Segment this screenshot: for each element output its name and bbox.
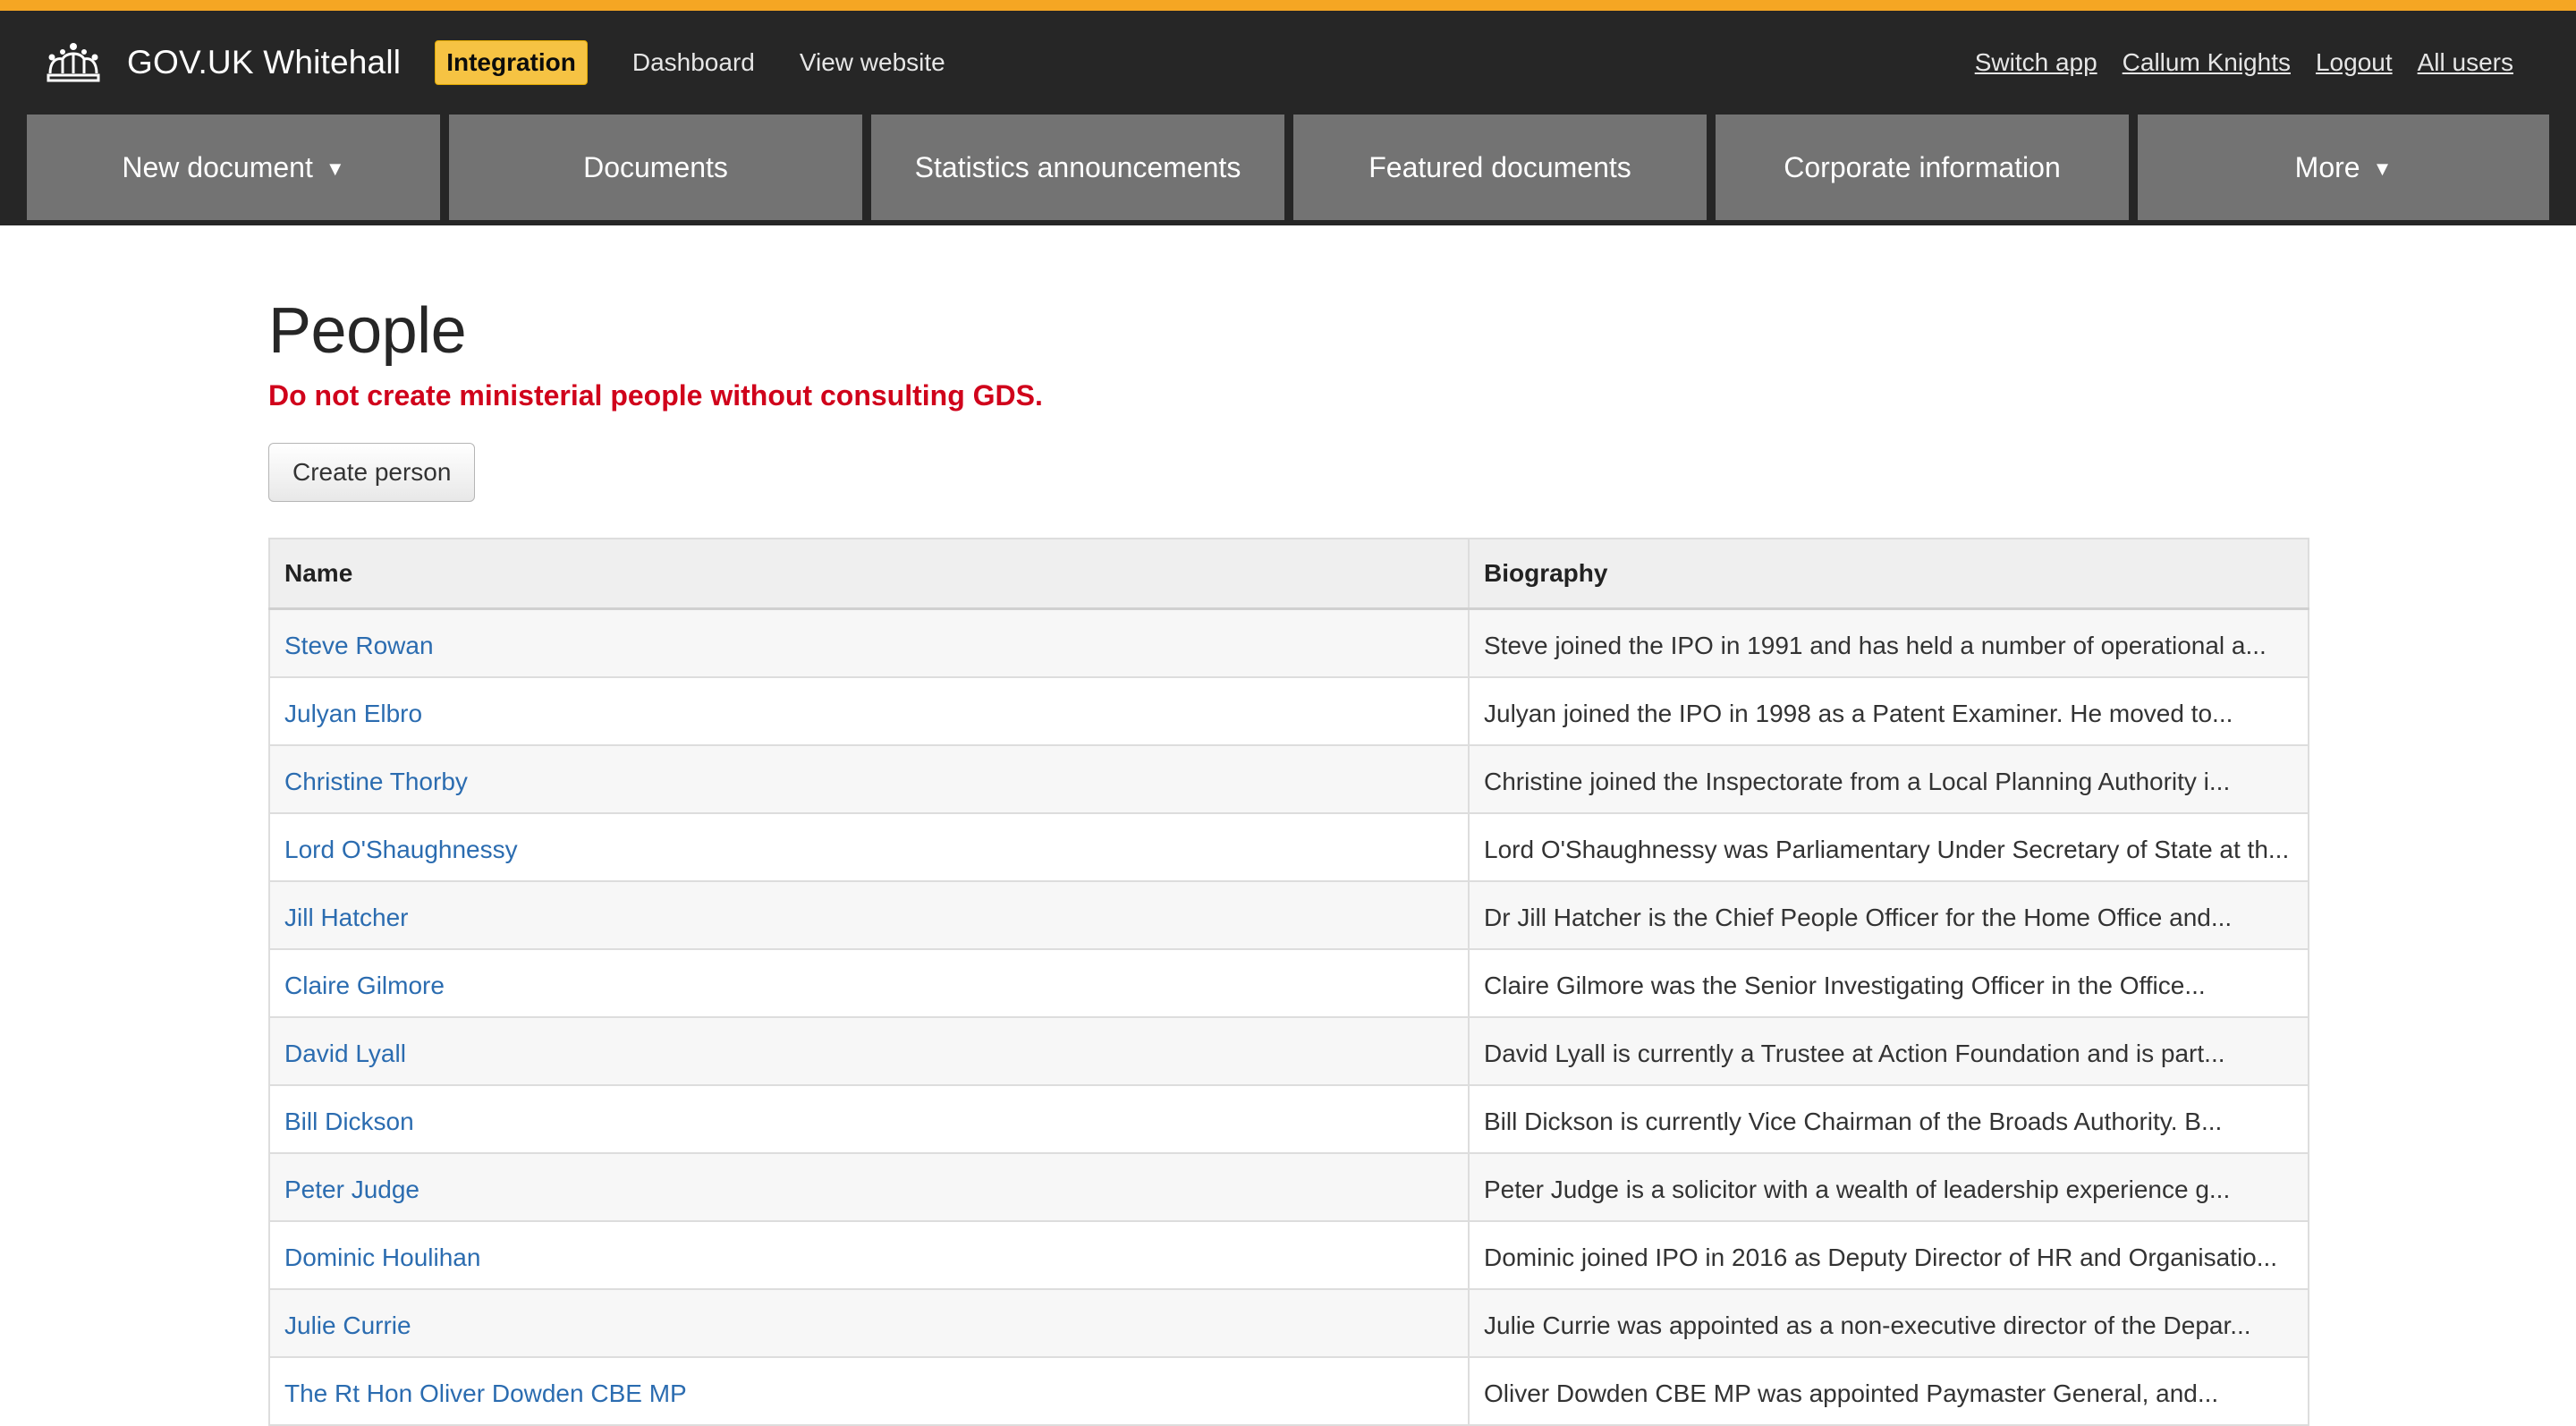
crown-icon	[47, 43, 100, 82]
person-name-link[interactable]: The Rt Hon Oliver Dowden CBE MP	[284, 1379, 687, 1407]
people-table: Name Biography Steve Rowan Steve joined t…	[268, 538, 2309, 1426]
person-name-link[interactable]: Claire Gilmore	[284, 972, 445, 999]
biography-cell: Oliver Dowden CBE MP was appointed Payma…	[1468, 1356, 2309, 1426]
name-cell: The Rt Hon Oliver Dowden CBE MP	[268, 1356, 1470, 1426]
view-website-link[interactable]: View website	[800, 48, 945, 77]
main-navigation: New document ▼ Documents Statistics anno…	[0, 115, 2576, 225]
biography-cell: Lord O'Shaughnessy was Parliamentary Und…	[1468, 812, 2309, 882]
tab-label: More	[2294, 150, 2360, 183]
tab-label: New document	[122, 150, 313, 183]
tab-statistics-announcements[interactable]: Statistics announcements	[871, 115, 1284, 220]
create-person-button[interactable]: Create person	[268, 443, 476, 502]
main-content: People Do not create ministerial people …	[268, 295, 2309, 1426]
person-name-link[interactable]: David Lyall	[284, 1040, 406, 1067]
table-row: Lord O'Shaughnessy Lord O'Shaughnessy was…	[268, 812, 2309, 882]
page-title: People	[268, 295, 467, 367]
user-links: Switch app Callum Knights Logout All use…	[1950, 11, 2513, 115]
tab-more[interactable]: More ▼	[2138, 115, 2549, 220]
column-header-biography[interactable]: Biography	[1468, 538, 2309, 610]
person-name-link[interactable]: Lord O'Shaughnessy	[284, 836, 518, 863]
biography-cell: Bill Dickson is currently Vice Chairman …	[1468, 1084, 2309, 1154]
name-cell: Julie Currie	[268, 1288, 1470, 1358]
person-name-link[interactable]: Bill Dickson	[284, 1108, 414, 1135]
caret-down-icon: ▼	[2372, 157, 2393, 180]
biography-cell: Dominic joined IPO in 2016 as Deputy Dir…	[1468, 1220, 2309, 1290]
environment-badge: Integration	[435, 40, 588, 85]
table-row: Steve Rowan Steve joined the IPO in 1991 …	[268, 607, 2309, 678]
table-row: The Rt Hon Oliver Dowden CBE MP Oliver Do…	[268, 1356, 2309, 1426]
name-cell: David Lyall	[268, 1016, 1470, 1086]
dashboard-link[interactable]: Dashboard	[632, 48, 755, 77]
biography-cell: Peter Judge is a solicitor with a wealth…	[1468, 1152, 2309, 1222]
biography-cell: Julyan joined the IPO in 1998 as a Paten…	[1468, 676, 2309, 746]
table-row: Dominic Houlihan Dominic joined IPO in 20…	[268, 1220, 2309, 1290]
tab-label: Corporate information	[1784, 150, 2061, 183]
biography-cell: Christine joined the Inspectorate from a…	[1468, 744, 2309, 814]
biography-cell: Steve joined the IPO in 1991 and has hel…	[1468, 607, 2309, 678]
app-header: GOV.UK Whitehall Integration Dashboard V…	[0, 11, 2576, 115]
biography-cell: Claire Gilmore was the Senior Investigat…	[1468, 948, 2309, 1018]
table-row: Claire Gilmore Claire Gilmore was the Sen…	[268, 948, 2309, 1018]
switch-app-link[interactable]: Switch app	[1975, 48, 2097, 77]
table-row: Julyan Elbro Julyan joined the IPO in 199…	[268, 676, 2309, 746]
people-table-body: Steve Rowan Steve joined the IPO in 1991 …	[268, 607, 2309, 1426]
tab-featured-documents[interactable]: Featured documents	[1293, 115, 1707, 220]
tab-label: Featured documents	[1368, 150, 1631, 183]
table-row: Christine Thorby Christine joined the Ins…	[268, 744, 2309, 814]
name-cell: Lord O'Shaughnessy	[268, 812, 1470, 882]
biography-cell: Dr Jill Hatcher is the Chief People Offi…	[1468, 880, 2309, 950]
table-header-row: Name Biography	[268, 538, 2309, 610]
table-row: David Lyall David Lyall is currently a Tr…	[268, 1016, 2309, 1086]
name-cell: Peter Judge	[268, 1152, 1470, 1222]
tab-new-document[interactable]: New document ▼	[27, 115, 440, 220]
tab-label: Documents	[583, 150, 728, 183]
biography-cell: Julie Currie was appointed as a non-exec…	[1468, 1288, 2309, 1358]
environment-stripe	[0, 0, 2576, 11]
all-users-link[interactable]: All users	[2418, 48, 2513, 77]
tab-corporate-information[interactable]: Corporate information	[1716, 115, 2129, 220]
table-row: Bill Dickson Bill Dickson is currently Vi…	[268, 1084, 2309, 1154]
current-user-link[interactable]: Callum Knights	[2123, 48, 2291, 77]
caret-down-icon: ▼	[325, 157, 345, 180]
logout-link[interactable]: Logout	[2316, 48, 2393, 77]
biography-cell: David Lyall is currently a Trustee at Ac…	[1468, 1016, 2309, 1086]
warning-message: Do not create ministerial people without…	[268, 379, 1043, 412]
brand[interactable]: GOV.UK Whitehall	[43, 41, 401, 84]
table-row: Jill Hatcher Dr Jill Hatcher is the Chief…	[268, 880, 2309, 950]
name-cell: Dominic Houlihan	[268, 1220, 1470, 1290]
person-name-link[interactable]: Julyan Elbro	[284, 700, 422, 727]
table-row: Julie Currie Julie Currie was appointed a…	[268, 1288, 2309, 1358]
name-cell: Christine Thorby	[268, 744, 1470, 814]
person-name-link[interactable]: Jill Hatcher	[284, 904, 408, 931]
name-cell: Bill Dickson	[268, 1084, 1470, 1154]
name-cell: Steve Rowan	[268, 607, 1470, 678]
tab-documents[interactable]: Documents	[449, 115, 862, 220]
person-name-link[interactable]: Peter Judge	[284, 1176, 419, 1203]
person-name-link[interactable]: Dominic Houlihan	[284, 1244, 480, 1271]
person-name-link[interactable]: Julie Currie	[284, 1311, 411, 1339]
tab-label: Statistics announcements	[914, 150, 1241, 183]
person-name-link[interactable]: Christine Thorby	[284, 768, 468, 795]
column-header-name[interactable]: Name	[268, 538, 1470, 610]
table-row: Peter Judge Peter Judge is a solicitor wi…	[268, 1152, 2309, 1222]
person-name-link[interactable]: Steve Rowan	[284, 632, 434, 659]
name-cell: Jill Hatcher	[268, 880, 1470, 950]
name-cell: Claire Gilmore	[268, 948, 1470, 1018]
brand-name: GOV.UK Whitehall	[127, 44, 402, 81]
name-cell: Julyan Elbro	[268, 676, 1470, 746]
